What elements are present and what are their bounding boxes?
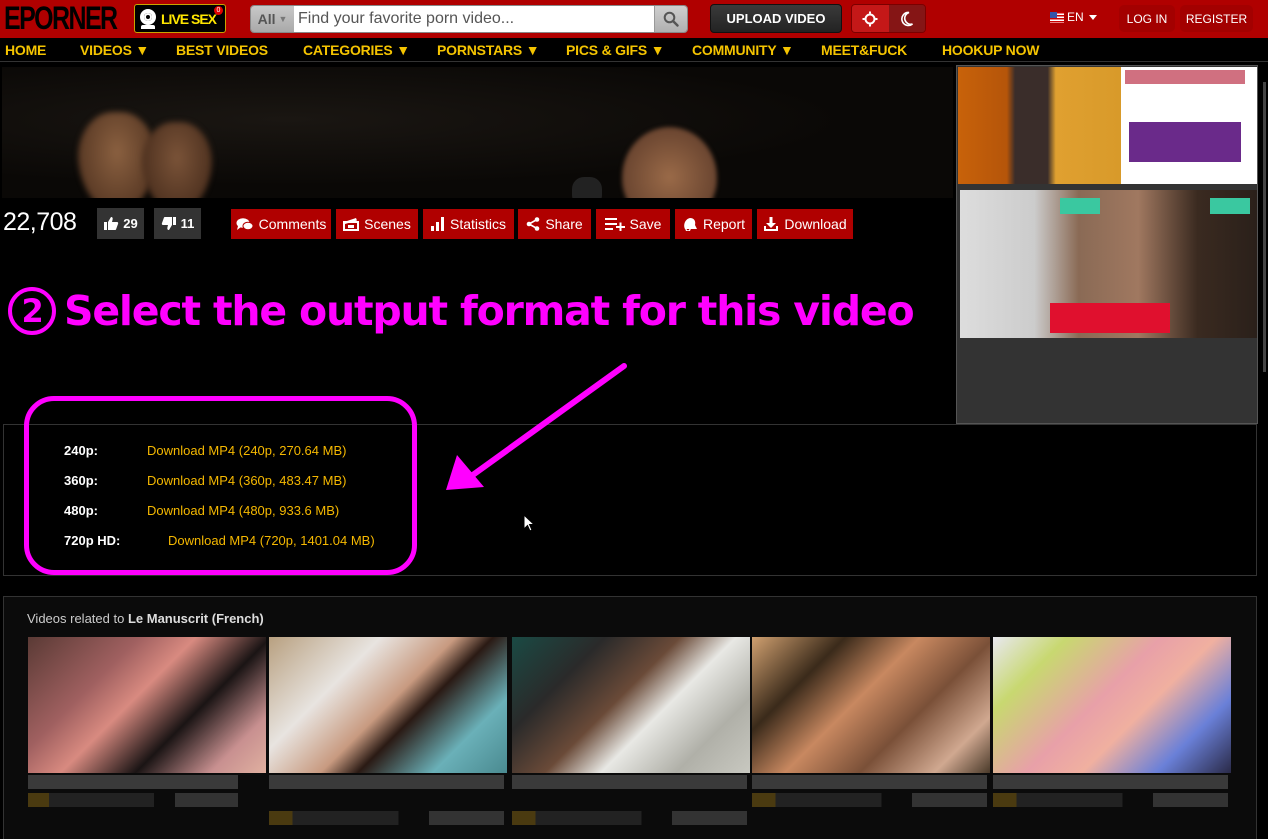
ad-image (958, 67, 1121, 184)
report-button[interactable]: Report (675, 209, 752, 239)
related-title: Videos related to Le Manuscrit (French) (27, 611, 264, 626)
related-video-meta (993, 793, 1228, 807)
instruction-annotation: 2 Select the output format for this vide… (8, 287, 915, 335)
like-count: 29 (123, 216, 138, 231)
search-button[interactable] (654, 6, 687, 32)
live-sex-label: LIVE SEX (161, 10, 217, 27)
related-video-thumbnail[interactable] (993, 637, 1231, 773)
step-number-badge: 2 (8, 287, 56, 335)
nav-categories[interactable]: CATEGORIES ▼ (303, 42, 410, 58)
related-video-title-text[interactable] (269, 775, 504, 789)
scrollbar-thumb[interactable] (1263, 82, 1266, 372)
download-icon (764, 216, 779, 231)
nav-community[interactable]: COMMUNITY ▼ (692, 42, 794, 58)
search-icon (663, 11, 679, 27)
sun-icon (862, 11, 878, 26)
related-video-meta (752, 793, 987, 807)
dark-theme-button[interactable] (888, 5, 925, 32)
top-bar: EPORNER LIVE SEX 0 All ▼ UPLOAD VIDEO EN… (0, 0, 1268, 38)
share-button[interactable]: Share (518, 209, 591, 239)
moon-icon (900, 11, 913, 26)
instruction-text: Select the output format for this video (64, 287, 915, 335)
related-video-title-text[interactable] (993, 775, 1228, 789)
live-sex-badge: 0 (214, 6, 223, 15)
nav-pornstars[interactable]: PORNSTARS ▼ (437, 42, 540, 58)
related-video-meta (269, 811, 504, 825)
page-scrollbar[interactable] (1262, 62, 1268, 839)
dislike-button[interactable]: 11 (154, 208, 201, 239)
video-player[interactable] (2, 67, 953, 198)
site-logo[interactable]: EPORNER (4, 1, 118, 35)
caret-down-icon (1088, 14, 1097, 20)
like-button[interactable]: 29 (97, 208, 144, 239)
related-video-title-text[interactable] (28, 775, 238, 789)
statistics-icon (430, 217, 444, 231)
download-button[interactable]: Download (757, 209, 853, 239)
mouse-cursor-icon (523, 514, 536, 532)
highlight-box (24, 396, 417, 575)
webcam-icon (138, 8, 158, 30)
related-video-thumbnail[interactable] (752, 637, 990, 773)
dislike-count: 11 (180, 216, 195, 231)
related-video-title-text[interactable] (752, 775, 987, 789)
nav-best-videos[interactable]: BEST VIDEOS (176, 42, 268, 58)
share-icon (527, 217, 540, 231)
related-video-meta (512, 811, 747, 825)
search-input[interactable] (294, 6, 654, 32)
ad-image (960, 190, 1257, 338)
save-button[interactable]: Save (596, 209, 670, 239)
search-category-select[interactable]: All ▼ (251, 6, 294, 32)
chevron-down-icon: ▼ (278, 14, 288, 24)
related-videos-section: Videos related to Le Manuscrit (French) (3, 596, 1257, 839)
nav-videos[interactable]: VIDEOS ▼ (80, 42, 149, 58)
nav-home[interactable]: HOME (5, 42, 46, 58)
upload-video-button[interactable]: UPLOAD VIDEO (710, 4, 842, 33)
ad-banner (1121, 67, 1257, 184)
sidebar-ad[interactable] (956, 65, 1258, 424)
comments-icon (236, 218, 254, 231)
view-count: 22,708 (3, 208, 77, 236)
scenes-button[interactable]: Scenes (336, 209, 418, 239)
us-flag-icon (1050, 11, 1064, 23)
live-sex-button[interactable]: LIVE SEX 0 (134, 4, 226, 33)
related-video-meta (28, 793, 238, 807)
related-video-thumbnail[interactable] (512, 637, 750, 773)
playlist-add-icon (604, 218, 625, 231)
light-theme-button[interactable] (852, 5, 889, 32)
language-selector[interactable]: EN (1050, 10, 1097, 24)
nav-meet-fuck[interactable]: MEET&FUCK (821, 42, 907, 58)
related-video-title-text[interactable] (512, 775, 747, 789)
related-video-thumbnail[interactable] (269, 637, 507, 773)
login-button[interactable]: LOG IN (1119, 5, 1175, 32)
comments-button[interactable]: Comments (231, 209, 331, 239)
statistics-button[interactable]: Statistics (423, 209, 514, 239)
related-video-title[interactable]: Le Manuscrit (French) (128, 611, 264, 626)
thumbs-up-icon (104, 217, 119, 230)
thumbs-down-icon (161, 217, 176, 230)
nav-pics-gifs[interactable]: PICS & GIFS ▼ (566, 42, 665, 58)
related-video-thumbnail[interactable] (28, 637, 266, 773)
search-category-value: All (257, 11, 276, 27)
register-button[interactable]: REGISTER (1180, 5, 1253, 32)
arrow-annotation (446, 363, 627, 490)
nav-hookup-now[interactable]: HOOKUP NOW (942, 42, 1040, 58)
theme-toggle (851, 4, 926, 33)
main-nav: HOME VIDEOS ▼ BEST VIDEOS CATEGORIES ▼ P… (0, 38, 1268, 62)
scenes-icon (343, 218, 360, 231)
search-bar: All ▼ (250, 5, 688, 33)
language-label: EN (1067, 10, 1084, 24)
report-icon (684, 218, 697, 231)
